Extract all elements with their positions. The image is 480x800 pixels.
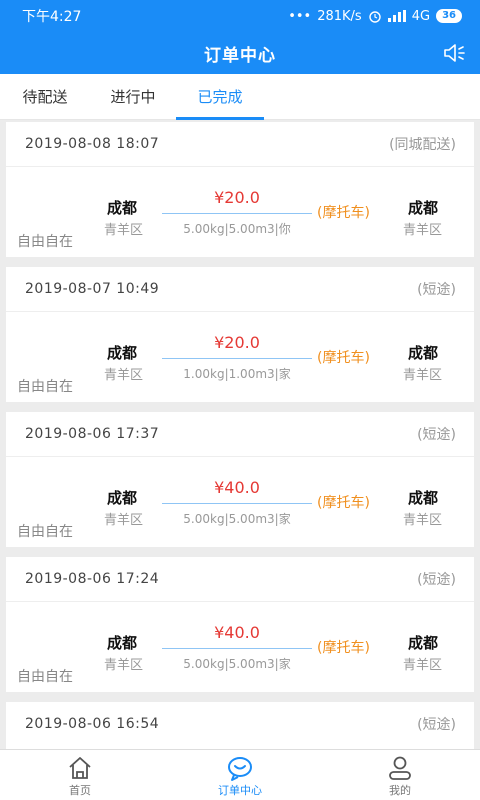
vehicle-type: (摩托车): [317, 640, 370, 656]
order-price: ¥20.0: [214, 188, 260, 207]
person-icon: [389, 756, 411, 780]
cargo-spec: 5.00kg|5.00m3|家: [183, 512, 291, 526]
from-city: 成都: [107, 344, 138, 362]
user-name: 自由自在: [17, 524, 73, 540]
nav-order-center[interactable]: 订单中心: [160, 750, 320, 800]
home-icon: [69, 757, 91, 779]
cargo-spec: 5.00kg|5.00m3|你: [183, 222, 291, 236]
status-bar: 下午4:27 ••• 281K/s 4G 36: [0, 0, 480, 32]
network-type: 4G: [411, 8, 431, 24]
user-name: 自由自在: [17, 669, 73, 685]
network-speed: 281K/s: [317, 8, 362, 24]
nav-home[interactable]: 首页: [0, 750, 160, 800]
to-city: 成都: [408, 199, 439, 217]
route-line: [162, 648, 312, 649]
bottom-nav: 首页 订单中心 我的: [0, 749, 480, 800]
to-city: 成都: [408, 634, 439, 652]
order-type: (短途): [417, 717, 456, 733]
tab-pending-delivery[interactable]: 待配送: [0, 74, 90, 120]
order-card[interactable]: 2019-08-08 18:07 (同城配送) 自由自在 成都 青羊区 ¥20.…: [6, 122, 474, 257]
nav-home-label: 首页: [69, 784, 91, 797]
route-line: [162, 358, 312, 359]
nav-order-center-label: 订单中心: [218, 784, 262, 797]
vehicle-type: (摩托车): [317, 205, 370, 221]
more-dots-icon: •••: [288, 8, 312, 24]
order-card[interactable]: 2019-08-06 16:54 (短途): [6, 702, 474, 752]
order-tabs: 待配送 进行中 已完成: [0, 74, 480, 120]
order-date: 2019-08-06 16:54: [25, 716, 160, 732]
status-time: 下午4:27: [22, 9, 82, 25]
order-type: (短途): [417, 282, 456, 298]
order-date: 2019-08-06 17:37: [25, 426, 160, 442]
from-city: 成都: [107, 634, 138, 652]
from-district: 青羊区: [104, 223, 144, 238]
nav-mine-label: 我的: [389, 784, 411, 797]
order-price: ¥20.0: [214, 333, 260, 352]
order-type: (短途): [417, 572, 456, 588]
alarm-icon: [369, 11, 381, 23]
order-card[interactable]: 2019-08-07 10:49 (短途) 自由自在 成都 青羊区 ¥20.0 …: [6, 267, 474, 402]
tab-completed[interactable]: 已完成: [176, 74, 264, 120]
order-type: (同城配送): [389, 137, 456, 153]
from-city: 成都: [107, 489, 138, 507]
order-card[interactable]: 2019-08-06 17:24 (短途) 自由自在 成都 青羊区 ¥40.0 …: [6, 557, 474, 692]
from-district: 青羊区: [104, 658, 144, 673]
nav-mine[interactable]: 我的: [320, 750, 480, 800]
to-district: 青羊区: [403, 513, 443, 528]
from-city: 成都: [107, 199, 138, 217]
route-line: [162, 213, 312, 214]
tab-in-progress[interactable]: 进行中: [90, 74, 176, 120]
to-district: 青羊区: [403, 368, 443, 383]
order-price: ¥40.0: [214, 623, 260, 642]
order-date: 2019-08-06 17:24: [25, 571, 160, 587]
battery-icon: 36: [436, 9, 462, 23]
order-date: 2019-08-08 18:07: [25, 136, 160, 152]
to-district: 青羊区: [403, 658, 443, 673]
app-header: 订单中心: [0, 32, 480, 74]
speaker-icon[interactable]: [442, 42, 466, 64]
order-date: 2019-08-07 10:49: [25, 281, 160, 297]
to-district: 青羊区: [403, 223, 443, 238]
cargo-spec: 1.00kg|1.00m3|家: [183, 367, 291, 381]
vehicle-type: (摩托车): [317, 495, 370, 511]
to-city: 成都: [408, 489, 439, 507]
order-card[interactable]: 2019-08-06 17:37 (短途) 自由自在 成都 青羊区 ¥40.0 …: [6, 412, 474, 547]
page-title: 订单中心: [204, 45, 276, 66]
signal-icon: [387, 10, 406, 22]
order-list: 2019-08-08 18:07 (同城配送) 自由自在 成都 青羊区 ¥20.…: [6, 122, 474, 762]
order-type: (短途): [417, 427, 456, 443]
vehicle-type: (摩托车): [317, 350, 370, 366]
order-price: ¥40.0: [214, 478, 260, 497]
chat-bubble-icon: [228, 757, 252, 781]
route-line: [162, 503, 312, 504]
cargo-spec: 5.00kg|5.00m3|家: [183, 657, 291, 671]
user-name: 自由自在: [17, 234, 73, 250]
from-district: 青羊区: [104, 368, 144, 383]
to-city: 成都: [408, 344, 439, 362]
from-district: 青羊区: [104, 513, 144, 528]
user-name: 自由自在: [17, 379, 73, 395]
